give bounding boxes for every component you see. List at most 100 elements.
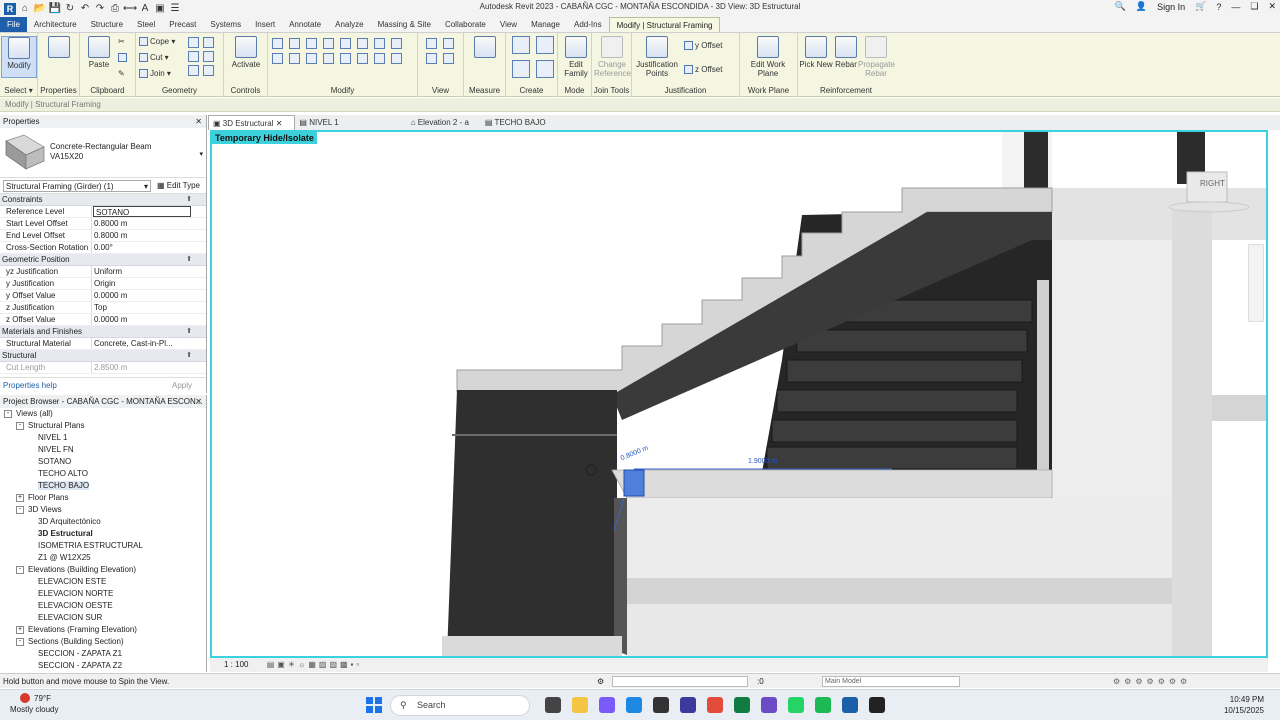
navigation-bar[interactable] bbox=[1248, 244, 1264, 322]
file-explorer-icon[interactable] bbox=[572, 697, 588, 713]
copilot-icon[interactable] bbox=[599, 697, 615, 713]
maximize-icon[interactable]: ❑ bbox=[1250, 1, 1258, 12]
property-group-header[interactable]: Geometric Position bbox=[0, 254, 206, 266]
browser-view-item[interactable]: ELEVACION ESTE bbox=[0, 576, 206, 588]
property-value[interactable]: Top bbox=[92, 302, 206, 313]
property-value[interactable]: 0.0000 m bbox=[92, 314, 206, 325]
tab-techo-bajo[interactable]: ▤ TECHO BAJO bbox=[481, 115, 558, 130]
excel-icon[interactable] bbox=[734, 697, 750, 713]
select-box-icon[interactable] bbox=[443, 53, 454, 64]
sync-icon[interactable]: ↻ bbox=[64, 3, 76, 15]
view-scale[interactable]: 1 : 100 bbox=[224, 660, 248, 669]
cope-button[interactable]: Cope ▾ bbox=[139, 37, 175, 47]
property-value[interactable]: Origin bbox=[92, 278, 206, 289]
home-icon[interactable]: ⌂ bbox=[19, 3, 31, 15]
trim-icon[interactable] bbox=[357, 38, 368, 49]
selected-beam[interactable] bbox=[623, 469, 645, 497]
collapse-icon[interactable]: - bbox=[16, 565, 24, 574]
property-value[interactable]: SOTANO bbox=[93, 206, 191, 217]
collapse-icon[interactable]: - bbox=[16, 505, 24, 514]
store-icon[interactable] bbox=[653, 697, 669, 713]
help-icon[interactable]: ? bbox=[1216, 2, 1221, 12]
array-icon[interactable] bbox=[340, 53, 351, 64]
match-properties-icon[interactable]: ✎ bbox=[118, 69, 125, 78]
tab-view[interactable]: View bbox=[493, 17, 524, 32]
chrome-icon[interactable] bbox=[707, 697, 723, 713]
select-dropdown[interactable]: Select ▾ bbox=[0, 86, 37, 95]
slack-icon[interactable] bbox=[761, 697, 777, 713]
property-value[interactable]: 0.8000 m bbox=[92, 218, 206, 229]
workset-dropdown[interactable] bbox=[612, 676, 748, 687]
browser-folder[interactable]: + Floor Plans bbox=[0, 492, 206, 504]
user-icon[interactable]: 👤 bbox=[1136, 1, 1147, 12]
system-clock[interactable]: 10:49 PM 10/15/2025 bbox=[1224, 694, 1264, 716]
expand-icon[interactable]: + bbox=[16, 625, 24, 634]
3d-view-icon[interactable]: ▣ bbox=[154, 3, 166, 15]
minimize-icon[interactable]: — bbox=[1231, 2, 1240, 12]
browser-view-item[interactable]: ELEVACION NORTE bbox=[0, 588, 206, 600]
selection-filter-icons[interactable]: ⚙⚙⚙⚙⚙⚙⚙ bbox=[1113, 674, 1191, 689]
open-icon[interactable]: 📂 bbox=[34, 3, 46, 15]
obs-icon[interactable] bbox=[869, 697, 885, 713]
edit-family-button[interactable]: Edit Family bbox=[558, 36, 594, 78]
delete-icon[interactable] bbox=[374, 53, 385, 64]
browser-view-item[interactable]: TECHO BAJO bbox=[0, 480, 206, 492]
browser-view-item[interactable]: ELEVACION SUR bbox=[0, 612, 206, 624]
remove-paint-icon[interactable] bbox=[203, 65, 214, 76]
cut-geometry-button[interactable]: Cut ▾ bbox=[139, 53, 169, 63]
browser-view-item[interactable]: SECCION - ZAPATA Z2 bbox=[0, 660, 206, 672]
spotify-icon[interactable] bbox=[815, 697, 831, 713]
mirror-axis-icon[interactable] bbox=[306, 38, 317, 49]
close-tab-icon[interactable]: ✕ bbox=[276, 119, 283, 128]
split-gap-icon[interactable] bbox=[391, 53, 402, 64]
hide-icon[interactable] bbox=[426, 38, 437, 49]
tab-systems[interactable]: Systems bbox=[203, 17, 248, 32]
paste-button[interactable]: Paste bbox=[81, 36, 117, 69]
browser-view-item[interactable]: 3D Arquitectónico bbox=[0, 516, 206, 528]
tab-structure[interactable]: Structure bbox=[84, 17, 130, 32]
align-icon[interactable] bbox=[272, 38, 283, 49]
trim-extend-icon[interactable] bbox=[323, 53, 334, 64]
taskbar-search[interactable]: ⚲ Search bbox=[390, 695, 530, 716]
editing-requests[interactable]: :0 bbox=[757, 674, 764, 689]
redo-icon[interactable]: ↷ bbox=[94, 3, 106, 15]
tab-nivel-1[interactable]: ▤ NIVEL 1 bbox=[295, 115, 350, 130]
property-value[interactable]: Uniform bbox=[92, 266, 206, 277]
property-group-header[interactable]: Constraints bbox=[0, 194, 206, 206]
revit-logo-icon[interactable]: R bbox=[4, 2, 16, 15]
edge-icon[interactable] bbox=[626, 697, 642, 713]
modify-button[interactable]: Modify bbox=[1, 36, 37, 78]
tab-analyze[interactable]: Analyze bbox=[328, 17, 370, 32]
whatsapp-icon[interactable] bbox=[788, 697, 804, 713]
offset-icon[interactable] bbox=[289, 38, 300, 49]
tab-file[interactable]: File bbox=[0, 17, 27, 32]
browser-view-item[interactable]: TECHO ALTO bbox=[0, 468, 206, 480]
scale-icon[interactable] bbox=[357, 53, 368, 64]
design-option-dropdown[interactable]: Main Model bbox=[822, 676, 960, 687]
justification-points-button[interactable]: Justification Points bbox=[636, 36, 678, 78]
z-offset-button[interactable]: z Offset bbox=[684, 65, 722, 75]
property-value[interactable]: Concrete, Cast-in-Pl... bbox=[92, 338, 206, 349]
property-value[interactable]: 0.8000 m bbox=[92, 230, 206, 241]
save-icon[interactable]: 💾 bbox=[49, 3, 61, 15]
mirror-line-icon[interactable] bbox=[323, 38, 334, 49]
close-properties-icon[interactable]: ✕ bbox=[195, 115, 202, 128]
properties-help-link[interactable]: Properties help bbox=[3, 381, 57, 390]
tab-manage[interactable]: Manage bbox=[524, 17, 567, 32]
paint-icon[interactable] bbox=[203, 51, 214, 62]
edit-type-button[interactable]: ▦ Edit Type bbox=[157, 181, 200, 190]
collapse-icon[interactable]: - bbox=[16, 421, 24, 430]
type-dropdown-icon[interactable]: ▾ bbox=[199, 150, 203, 158]
pin-icon[interactable] bbox=[374, 38, 385, 49]
tab-precast[interactable]: Precast bbox=[162, 17, 203, 32]
property-group-header[interactable]: Materials and Finishes bbox=[0, 326, 206, 338]
y-offset-button[interactable]: y Offset bbox=[684, 41, 722, 51]
print-icon[interactable]: ⎙ bbox=[109, 3, 121, 15]
property-value[interactable]: 0.00° bbox=[92, 242, 206, 253]
browser-view-item[interactable]: Z1 @ W12X25 bbox=[0, 552, 206, 564]
change-reference-button[interactable]: Change Reference bbox=[594, 36, 631, 78]
task-view-icon[interactable] bbox=[545, 697, 561, 713]
override-icon[interactable] bbox=[443, 38, 454, 49]
collapse-icon[interactable]: - bbox=[16, 637, 24, 646]
measure-button[interactable] bbox=[467, 36, 503, 60]
